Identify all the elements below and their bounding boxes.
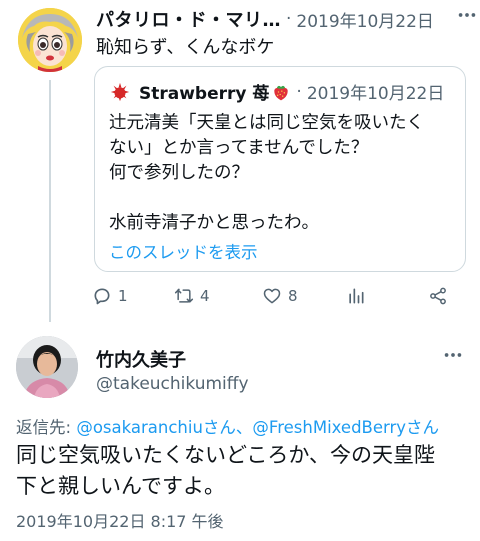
quote-date: 2019年10月22日: [306, 84, 445, 104]
reply-context: 返信先: @osakaranchiuさん、@FreshMixedBerryさん: [16, 414, 439, 438]
separator-dot: ·: [296, 81, 302, 102]
quoted-tweet[interactable]: Strawberry 苺 · 2019年10月22日 辻元清美「天皇とは同じ空気…: [94, 66, 466, 272]
action-bar: 1 4 8: [92, 286, 466, 310]
quote-line: 辻元清美「天皇とは同じ空気を吸いたく: [109, 113, 424, 133]
avatar[interactable]: [16, 336, 78, 398]
author-handle[interactable]: @takeuchikumiffy: [96, 374, 249, 394]
author-name[interactable]: パタリロ・ド・マリ…: [96, 6, 281, 32]
thread-line: [49, 80, 51, 322]
mention-separator: 、: [235, 418, 253, 437]
author-name[interactable]: 竹内久美子: [96, 346, 186, 372]
tweet-date[interactable]: 2019年10月22日: [296, 7, 434, 32]
tweet-header: パタリロ・ド・マリ… · 2019年10月22日: [96, 6, 466, 32]
tweet-text-line: 同じ空気吸いたくないどころか、今の天皇陛: [16, 443, 435, 467]
tweet-text: 恥知らず、くんなボケ: [96, 37, 275, 58]
quote-line-blank: [109, 186, 459, 211]
quote-line: 何で参列したの？: [109, 163, 249, 183]
reply-count: 1: [118, 287, 128, 305]
separator-dot: ·: [286, 9, 292, 29]
quote-text: 辻元清美「天皇とは同じ空気を吸いたく ない」とか言ってませんでした？ 何で参列し…: [109, 111, 459, 236]
avatar[interactable]: [18, 8, 82, 72]
retweet-button[interactable]: 4: [174, 286, 210, 306]
retweet-count: 4: [200, 287, 210, 305]
more-horizontal-icon[interactable]: [456, 4, 478, 31]
share-icon: [430, 287, 446, 305]
heart-icon: [263, 288, 281, 304]
tweet-text: 同じ空気吸いたくないどころか、今の天皇陛 下と親しいんですよ。: [16, 440, 468, 502]
reply-prefix: 返信先:: [16, 418, 77, 437]
reply-icon: [94, 288, 110, 305]
mention-link[interactable]: @osakaranchiuさん: [76, 418, 236, 437]
retweet-icon: [174, 288, 194, 303]
share-button[interactable]: [428, 286, 454, 306]
tweet-main[interactable]: 竹内久美子 @takeuchikumiffy 返信先: @osakaranchi…: [0, 322, 480, 541]
tweet-timestamp[interactable]: 2019年10月22日 8:17 午後: [16, 508, 224, 532]
more-horizontal-icon[interactable]: [442, 344, 464, 371]
show-thread-link[interactable]: このスレッドを表示: [109, 239, 258, 263]
avatar-illustration: [18, 8, 82, 72]
like-count: 8: [288, 287, 298, 305]
tweet-text-line: 下と親しいんですよ。: [16, 474, 225, 498]
like-button[interactable]: 8: [262, 286, 298, 306]
analytics-icon: [349, 288, 364, 304]
quote-author-name: Strawberry 苺: [139, 84, 270, 104]
quote-line: 水前寺清子かと思ったわ。: [109, 213, 319, 233]
quote-avatar[interactable]: [109, 81, 131, 103]
quote-line: ない」とか言ってませんでした？: [109, 138, 369, 158]
quote-header: Strawberry 苺 · 2019年10月22日: [109, 79, 444, 104]
analytics-button[interactable]: [346, 286, 372, 306]
mention-link[interactable]: @FreshMixedBerryさん: [252, 418, 439, 437]
reply-button[interactable]: 1: [92, 286, 128, 306]
strawberry-emoji-icon: [274, 85, 289, 100]
tweet-parent[interactable]: パタリロ・ド・マリ… · 2019年10月22日 恥知らず、くんなボケ Stra…: [0, 0, 480, 322]
avatar-photo: [16, 336, 78, 398]
